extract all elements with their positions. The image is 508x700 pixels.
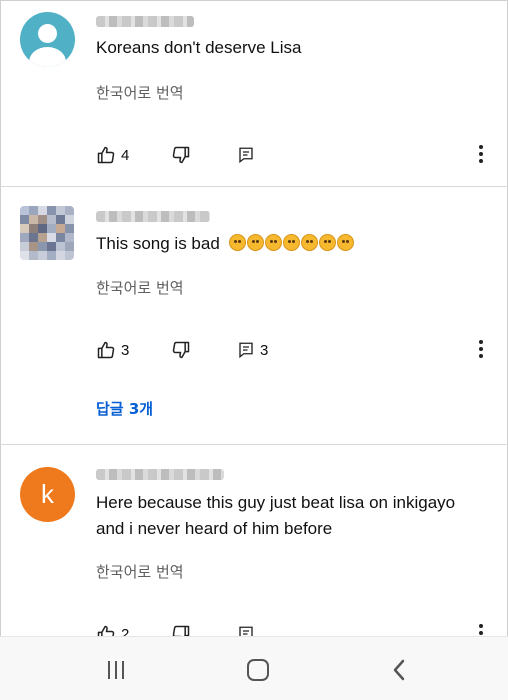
angry-face-icon (228, 234, 246, 251)
comment-text: Koreans don't deserve Lisa (96, 38, 302, 57)
reply-button[interactable]: 3 (237, 338, 268, 362)
thumbs-down-icon (172, 341, 190, 359)
like-count: 3 (121, 341, 130, 359)
username-blurred[interactable] (96, 16, 194, 27)
home-icon (247, 659, 269, 681)
back-chevron-icon (393, 659, 405, 681)
home-button[interactable] (244, 657, 272, 683)
thumbs-up-icon (97, 341, 115, 359)
dislike-button[interactable] (171, 338, 191, 362)
translate-link[interactable]: 한국어로 번역 (96, 277, 184, 298)
back-button[interactable] (386, 657, 414, 683)
tongue-face-icon (246, 234, 264, 251)
divider (0, 186, 508, 187)
weary-face-icon (318, 234, 336, 251)
comment-text: This song is bad (96, 231, 355, 257)
comment-text-body: This song is bad (96, 234, 220, 253)
recent-apps-button[interactable] (102, 657, 130, 683)
avatar[interactable] (20, 12, 75, 67)
dizzy-face-icon (264, 234, 282, 251)
dizzy-face-icon (300, 234, 318, 251)
like-button[interactable]: 3 (96, 338, 129, 362)
system-nav-bar (0, 636, 508, 700)
dizzy-face-icon (282, 234, 300, 251)
dislike-button[interactable] (171, 143, 191, 167)
username-blurred[interactable] (96, 469, 224, 480)
more-vertical-icon[interactable] (479, 145, 483, 165)
thumbs-down-icon (172, 146, 190, 164)
thumbs-up-icon (97, 146, 115, 164)
comment-actions: 3 3 (96, 338, 496, 362)
divider (0, 444, 508, 445)
view-replies-link[interactable]: 답글 3개 (96, 398, 153, 419)
like-button[interactable]: 4 (96, 143, 129, 167)
translate-link[interactable]: 한국어로 번역 (96, 561, 184, 582)
comment-text-line: and i never heard of him before (96, 519, 333, 538)
reply-button[interactable] (237, 143, 255, 167)
reply-count: 3 (260, 341, 269, 359)
comment-icon (239, 342, 253, 359)
comment-actions: 4 (96, 143, 496, 167)
comment-icon (239, 147, 253, 164)
avatar-blurred[interactable] (20, 206, 74, 260)
comment-text-line: Here because this guy just beat lisa on … (96, 493, 456, 512)
like-count: 4 (121, 146, 130, 164)
avatar[interactable]: k (20, 467, 75, 522)
weary-face-icon (336, 234, 354, 251)
more-vertical-icon[interactable] (479, 340, 483, 360)
username-blurred[interactable] (96, 211, 210, 222)
translate-link[interactable]: 한국어로 번역 (96, 82, 184, 103)
